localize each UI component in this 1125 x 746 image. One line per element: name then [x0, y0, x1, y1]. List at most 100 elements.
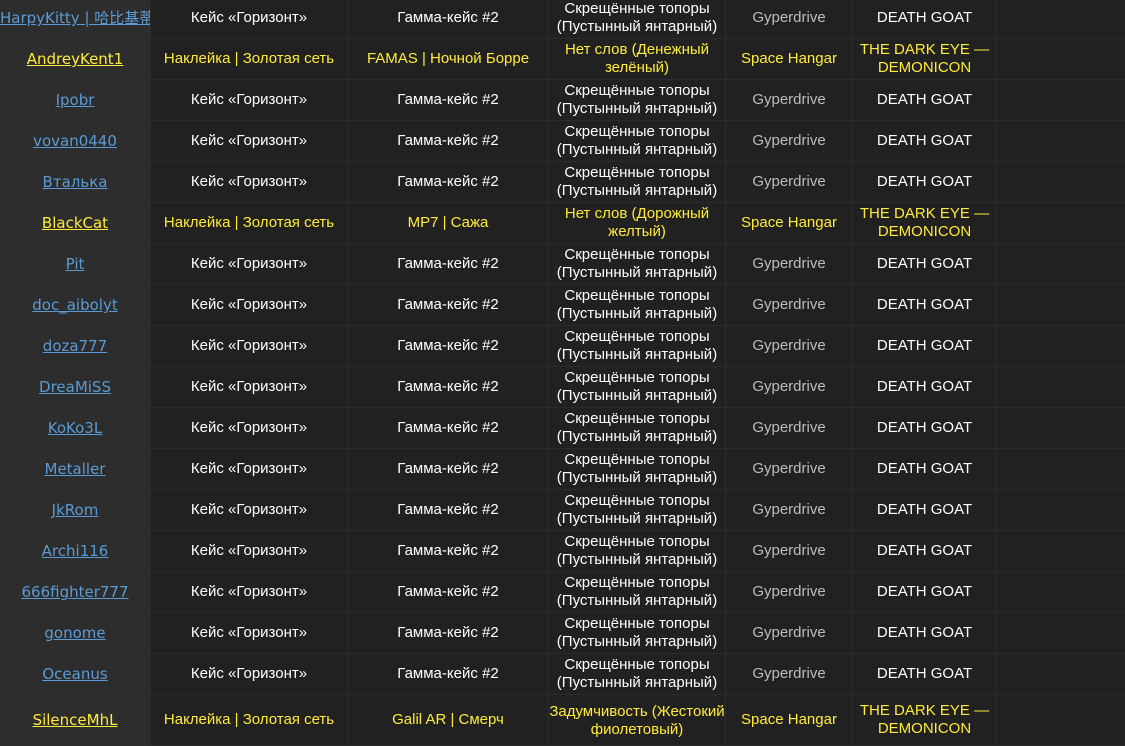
gamma-cell: MP7 | Сажа	[348, 203, 549, 243]
goat-cell: DEATH GOAT	[853, 449, 997, 489]
item-cell-text: Скрещённые топоры (Пустынный янтарный)	[556, 615, 718, 650]
goat-cell-text: THE DARK EYE — DEMONICON	[859, 702, 990, 737]
goat-cell: DEATH GOAT	[853, 162, 997, 202]
gamma-cell-text: Гамма-кейс #2	[397, 583, 499, 600]
gamma-cell-text: Гамма-кейс #2	[397, 296, 499, 313]
case-cell: Кейс «Горизонт»	[151, 121, 348, 161]
ship-cell: Gyperdrive	[726, 531, 853, 571]
item-cell-text: Скрещённые топоры (Пустынный янтарный)	[556, 533, 718, 568]
table-row: SilenceMhL Наклейка | Золотая сеть Galil A…	[0, 695, 1125, 746]
user-profile-link[interactable]: KoKo3L	[48, 419, 102, 437]
item-cell: Задумчивость (Жестокий фиолетовый)	[549, 695, 726, 745]
user-profile-link[interactable]: vovan0440	[33, 132, 117, 150]
empty-cell	[997, 203, 1125, 243]
user-profile-link[interactable]: AndreyKent1	[27, 50, 123, 68]
gamma-cell-text: Гамма-кейс #2	[397, 173, 499, 190]
item-cell: Скрещённые топоры (Пустынный янтарный)	[549, 244, 726, 284]
item-cell-text: Скрещённые топоры (Пустынный янтарный)	[556, 574, 718, 609]
user-profile-link[interactable]: gonome	[44, 624, 105, 642]
user-profile-link[interactable]: Oceanus	[42, 665, 107, 683]
goat-cell: DEATH GOAT	[853, 654, 997, 694]
gamma-cell: Гамма-кейс #2	[348, 121, 549, 161]
case-cell-text: Кейс «Горизонт»	[190, 583, 308, 600]
item-cell: Скрещённые топоры (Пустынный янтарный)	[549, 613, 726, 653]
user-name-cell: Pit	[0, 244, 151, 284]
gamma-cell: Гамма-кейс #2	[348, 162, 549, 202]
ship-cell: Gyperdrive	[726, 408, 853, 448]
table-row: JkRom Кейс «Горизонт» Гамма-кейс #2 Скрещён…	[0, 490, 1125, 531]
user-profile-link[interactable]: doc_aibolyt	[32, 296, 117, 314]
user-profile-link[interactable]: doza777	[43, 337, 107, 355]
ship-cell-text: Gyperdrive	[752, 173, 826, 190]
goat-cell: DEATH GOAT	[853, 572, 997, 612]
item-cell-text: Задумчивость (Жестокий фиолетовый)	[549, 703, 725, 738]
case-cell: Кейс «Горизонт»	[151, 80, 348, 120]
gamma-cell: Гамма-кейс #2	[348, 490, 549, 530]
ship-cell: Space Hangar	[726, 39, 853, 79]
ship-cell-text: Gyperdrive	[752, 378, 826, 395]
ship-cell-text: Gyperdrive	[752, 296, 826, 313]
case-cell: Кейс «Горизонт»	[151, 449, 348, 489]
item-cell: Скрещённые топоры (Пустынный янтарный)	[549, 654, 726, 694]
goat-cell: DEATH GOAT	[853, 408, 997, 448]
ship-cell-text: Gyperdrive	[752, 460, 826, 477]
empty-cell	[997, 80, 1125, 120]
user-profile-link[interactable]: BlackCat	[42, 214, 108, 232]
item-cell: Скрещённые топоры (Пустынный янтарный)	[549, 572, 726, 612]
user-profile-link[interactable]: SilenceMhL	[33, 711, 118, 729]
gamma-cell-text: Гамма-кейс #2	[397, 665, 499, 682]
gamma-cell-text: Гамма-кейс #2	[397, 624, 499, 641]
gamma-cell-text: Гамма-кейс #2	[397, 460, 499, 477]
empty-cell	[997, 531, 1125, 571]
goat-cell: DEATH GOAT	[853, 490, 997, 530]
user-name-cell: 666fighter777	[0, 572, 151, 612]
user-profile-link[interactable]: Archi116	[42, 542, 109, 560]
item-cell: Нет слов (Дорожный желтый)	[549, 203, 726, 243]
user-profile-link[interactable]: HarpyKitty | 哈比基蒂	[0, 9, 150, 27]
ship-cell: Gyperdrive	[726, 121, 853, 161]
goat-cell-text: DEATH GOAT	[876, 419, 973, 436]
item-cell: Скрещённые топоры (Пустынный янтарный)	[549, 490, 726, 530]
gamma-cell: Гамма-кейс #2	[348, 654, 549, 694]
user-name-cell: JkRom	[0, 490, 151, 530]
ship-cell: Gyperdrive	[726, 80, 853, 120]
user-profile-link[interactable]: JkRom	[52, 501, 99, 519]
goat-cell-text: DEATH GOAT	[876, 501, 973, 518]
case-cell: Наклейка | Золотая сеть	[151, 203, 348, 243]
gamma-cell: Гамма-кейс #2	[348, 285, 549, 325]
gamma-cell-text: Гамма-кейс #2	[397, 337, 499, 354]
user-profile-link[interactable]: Pit	[66, 255, 85, 273]
table-row: AndreyKent1 Наклейка | Золотая сеть FAMAS …	[0, 39, 1125, 80]
goat-cell-text: DEATH GOAT	[876, 378, 973, 395]
goat-cell: DEATH GOAT	[853, 613, 997, 653]
case-cell: Кейс «Горизонт»	[151, 613, 348, 653]
goat-cell: THE DARK EYE — DEMONICON	[853, 203, 997, 243]
user-profile-link[interactable]: 666fighter777	[21, 583, 128, 601]
case-cell-text: Кейс «Горизонт»	[190, 542, 308, 559]
item-cell: Скрещённые топоры (Пустынный янтарный)	[549, 121, 726, 161]
user-profile-link[interactable]: Ipobr	[56, 91, 95, 109]
user-name-cell: KoKo3L	[0, 408, 151, 448]
table-row: vovan0440 Кейс «Горизонт» Гамма-кейс #2 Скр…	[0, 121, 1125, 162]
item-cell-text: Скрещённые топоры (Пустынный янтарный)	[556, 246, 718, 281]
user-profile-link[interactable]: DreaMiSS	[39, 378, 111, 396]
item-cell-text: Нет слов (Дорожный желтый)	[564, 205, 710, 240]
case-cell-text: Кейс «Горизонт»	[190, 255, 308, 272]
user-name-cell: Ipobr	[0, 80, 151, 120]
item-cell: Скрещённые топоры (Пустынный янтарный)	[549, 449, 726, 489]
item-cell-text: Скрещённые топоры (Пустынный янтарный)	[556, 82, 718, 117]
user-name-cell: gonome	[0, 613, 151, 653]
empty-cell	[997, 449, 1125, 489]
item-cell: Скрещённые топоры (Пустынный янтарный)	[549, 0, 726, 38]
user-profile-link[interactable]: Вталька	[43, 173, 108, 191]
table-row: KoKo3L Кейс «Горизонт» Гамма-кейс #2 Скрещё…	[0, 408, 1125, 449]
item-cell-text: Скрещённые топоры (Пустынный янтарный)	[556, 656, 718, 691]
gamma-cell: Гамма-кейс #2	[348, 449, 549, 489]
goat-cell-text: DEATH GOAT	[876, 9, 973, 26]
empty-cell	[997, 162, 1125, 202]
case-cell-text: Кейс «Горизонт»	[190, 501, 308, 518]
goat-cell: THE DARK EYE — DEMONICON	[853, 39, 997, 79]
ship-cell-text: Space Hangar	[741, 711, 837, 728]
user-profile-link[interactable]: Metaller	[45, 460, 106, 478]
table-row: DreaMiSS Кейс «Горизонт» Гамма-кейс #2 Скре…	[0, 367, 1125, 408]
